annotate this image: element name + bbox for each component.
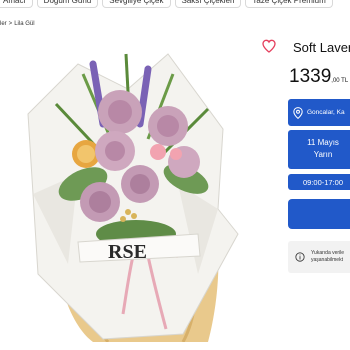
product-price: 1339,00 TL: [289, 66, 348, 88]
price-decimals: ,00 TL: [331, 78, 349, 84]
breadcrumb-link[interactable]: ler: [0, 21, 7, 27]
delivery-time-button[interactable]: 09:00-17:00: [288, 174, 350, 190]
category-tab[interactable]: Saksı Çiçekleri: [174, 0, 242, 8]
breadcrumb: ler > Lila Gül: [0, 21, 37, 27]
info-text-line: Yukarıda verile: [311, 250, 345, 256]
category-tab[interactable]: Doğum Günü: [36, 0, 99, 8]
delivery-location-text: Goncalar, Ka: [307, 109, 345, 116]
delivery-date: 11 Mayıs: [307, 138, 339, 147]
delivery-location-button[interactable]: Goncalar, Ka: [288, 99, 350, 126]
add-to-cart-button[interactable]: [288, 199, 350, 229]
info-icon: [295, 252, 305, 262]
product-image[interactable]: RSE: [8, 34, 254, 342]
category-tab[interactable]: Sevgiliye Çiçek: [102, 0, 171, 8]
price-main: 1339: [289, 66, 332, 87]
breadcrumb-current: Lila Gül: [14, 21, 35, 27]
delivery-date-button[interactable]: 11 Mayıs Yarın: [288, 130, 350, 169]
category-nav: Amacı Doğum Günü Sevgiliye Çiçek Saksı Ç…: [0, 0, 350, 8]
info-text-line: yaşanabilmekt: [311, 257, 343, 263]
banner-text: RSE: [108, 241, 147, 263]
location-pin-icon: [293, 106, 303, 119]
category-tab[interactable]: Amacı: [0, 0, 33, 8]
bouquet-illustration: RSE: [27, 53, 239, 342]
heart-icon[interactable]: [261, 38, 277, 54]
category-tab[interactable]: Taze Çiçek Premium: [245, 0, 333, 8]
breadcrumb-separator: >: [8, 21, 13, 27]
info-notice: Yukarıda verile yaşanabilmekt: [288, 241, 350, 273]
delivery-day: Yarın: [313, 150, 333, 159]
product-title: Soft Laver: [293, 40, 350, 55]
